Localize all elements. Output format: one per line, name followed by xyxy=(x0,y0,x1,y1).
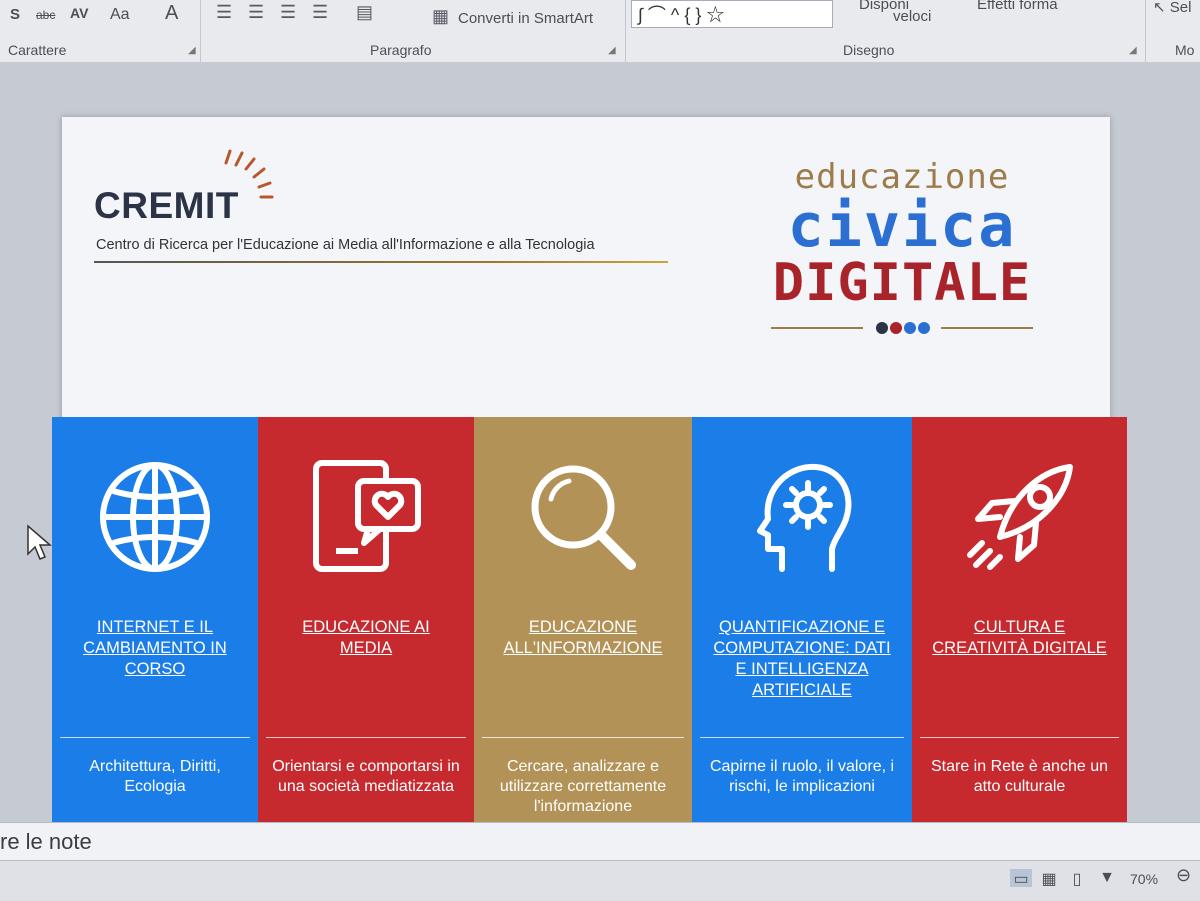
topic-columns: INTERNET E IL CAMBIAMENTO IN CORSO Archi… xyxy=(52,417,1127,867)
convert-smartart-button[interactable]: Converti in SmartArt xyxy=(458,10,593,27)
font-group: S abc AV Aa A Carattere ◢ xyxy=(0,0,201,62)
notes-placeholder[interactable]: re le note xyxy=(0,829,92,855)
smartart-icon[interactable]: ▦ xyxy=(432,6,449,27)
column-description: Stare in Rete è anche un atto culturale xyxy=(930,758,1108,795)
shapes-gallery-icon: ∫ ⌒ ^ { } ☆ xyxy=(638,5,725,25)
select-label: Sel xyxy=(1169,0,1192,16)
column-separator xyxy=(60,737,250,738)
strike-abc-button[interactable]: abc xyxy=(36,8,55,22)
slide-header: CREMIT Centro di Ricerca per l'Educazion… xyxy=(62,117,1110,422)
column-title[interactable]: INTERNET E IL CAMBIAMENTO IN CORSO xyxy=(70,617,240,680)
edu-logo-line2: civica xyxy=(787,191,1017,261)
reading-view-icon[interactable]: ▯ xyxy=(1066,869,1088,888)
launcher-icon[interactable]: ◢ xyxy=(608,45,616,56)
paragraph-group: ☰ ☰ ☰ ☰ ▤ ▦ Converti in SmartArt Paragra… xyxy=(200,0,626,62)
font-group-label: Carattere xyxy=(8,42,67,58)
quick-styles-button[interactable]: veloci xyxy=(893,8,931,25)
cremit-subtitle: Centro di Ricerca per l'Educazione ai Me… xyxy=(96,237,595,253)
column-culture[interactable]: CULTURA E CREATIVITÀ DIGITALE Stare in R… xyxy=(912,417,1127,862)
column-media[interactable]: EDUCAZIONE AI MEDIA Orientarsi e comport… xyxy=(258,417,474,862)
shape-effects-button[interactable]: Effetti forma xyxy=(977,0,1058,13)
zoom-level[interactable]: 70% xyxy=(1130,871,1158,887)
slide[interactable]: CREMIT Centro di Ricerca per l'Educazion… xyxy=(52,117,1127,867)
paragraph-group-label: Paragrafo xyxy=(370,42,432,58)
rule-right xyxy=(941,327,1033,329)
magnifier-icon xyxy=(531,465,636,570)
notes-pane[interactable]: re le note xyxy=(0,822,1200,861)
column-separator xyxy=(920,737,1119,738)
edu-logo-line3: DIGITALE xyxy=(772,253,1032,313)
educazione-civica-digitale-logo: educazione civica DIGITALE xyxy=(767,157,1037,335)
editing-group-label: Mo xyxy=(1175,42,1195,58)
slideshow-view-icon[interactable]: ▼ xyxy=(1096,869,1118,887)
launcher-icon[interactable]: ◢ xyxy=(188,45,196,56)
status-bar: ▭ ▦ ▯ ▼ 70% ⊖ xyxy=(0,860,1200,901)
head-gear-icon xyxy=(757,463,852,572)
columns-icon[interactable]: ▤ xyxy=(356,2,373,23)
normal-view-icon[interactable]: ▭ xyxy=(1010,869,1032,888)
column-separator xyxy=(700,737,904,738)
column-description: Architettura, Diritti, Ecologia xyxy=(89,758,221,795)
drawing-group-label: Disegno xyxy=(843,42,895,58)
column-title[interactable]: QUANTIFICAZIONE E COMPUTAZIONE: DATI E I… xyxy=(710,617,894,701)
column-title[interactable]: EDUCAZIONE ALL'INFORMAZIONE xyxy=(492,617,674,659)
edu-logo-rule xyxy=(771,321,1033,335)
align-left-icon[interactable]: ☰ xyxy=(216,2,232,23)
rocket-icon xyxy=(966,464,1073,570)
align-center-icon[interactable]: ☰ xyxy=(248,2,264,23)
column-internet[interactable]: INTERNET E IL CAMBIAMENTO IN CORSO Archi… xyxy=(52,417,258,862)
align-right-icon[interactable]: ☰ xyxy=(280,2,296,23)
drawing-group: ∫ ⌒ ^ { } ☆ Disponi veloci Effetti forma… xyxy=(625,0,1146,62)
shapes-gallery[interactable]: ∫ ⌒ ^ { } ☆ xyxy=(631,0,833,28)
cremit-name: CREMIT xyxy=(94,185,239,226)
column-separator xyxy=(266,737,466,738)
tablet-heart-icon xyxy=(313,460,421,572)
ribbon: S abc AV Aa A Carattere ◢ ☰ ☰ ☰ ☰ ▤ ▦ Co… xyxy=(0,0,1200,63)
zoom-out-icon[interactable]: ⊖ xyxy=(1176,865,1191,886)
column-separator xyxy=(482,737,684,738)
char-spacing-button[interactable]: AV xyxy=(70,5,88,21)
font-color-button[interactable]: A xyxy=(165,2,178,25)
column-information[interactable]: EDUCAZIONE ALL'INFORMAZIONE Cercare, ana… xyxy=(474,417,692,862)
cursor-arrow-icon: ↖ xyxy=(1153,0,1166,16)
slide-workspace: CREMIT Centro di Ricerca per l'Educazion… xyxy=(0,62,1200,862)
select-button[interactable]: ↖ Sel xyxy=(1153,0,1191,16)
globe-icon xyxy=(100,462,210,572)
rule-left xyxy=(771,327,863,329)
justify-icon[interactable]: ☰ xyxy=(312,2,328,23)
change-case-button[interactable]: Aa xyxy=(110,6,130,24)
cremit-underline xyxy=(94,261,668,263)
column-description: Cercare, analizzare e utilizzare corrett… xyxy=(499,758,667,815)
slide-sorter-view-icon[interactable]: ▦ xyxy=(1038,869,1060,888)
column-title[interactable]: EDUCAZIONE AI MEDIA xyxy=(276,617,456,659)
launcher-icon[interactable]: ◢ xyxy=(1129,45,1137,56)
miur-dots-icon xyxy=(873,321,933,335)
column-description: Capirne il ruolo, il valore, i rischi, l… xyxy=(709,758,895,795)
column-title[interactable]: CULTURA E CREATIVITÀ DIGITALE xyxy=(930,617,1109,659)
editing-group: ↖ Sel Mo xyxy=(1145,0,1200,62)
column-description: Orientarsi e comportarsi in una società … xyxy=(272,758,460,795)
strikethrough-button[interactable]: S xyxy=(10,6,20,23)
column-computation[interactable]: QUANTIFICAZIONE E COMPUTAZIONE: DATI E I… xyxy=(692,417,912,862)
mouse-pointer-icon xyxy=(27,524,53,560)
